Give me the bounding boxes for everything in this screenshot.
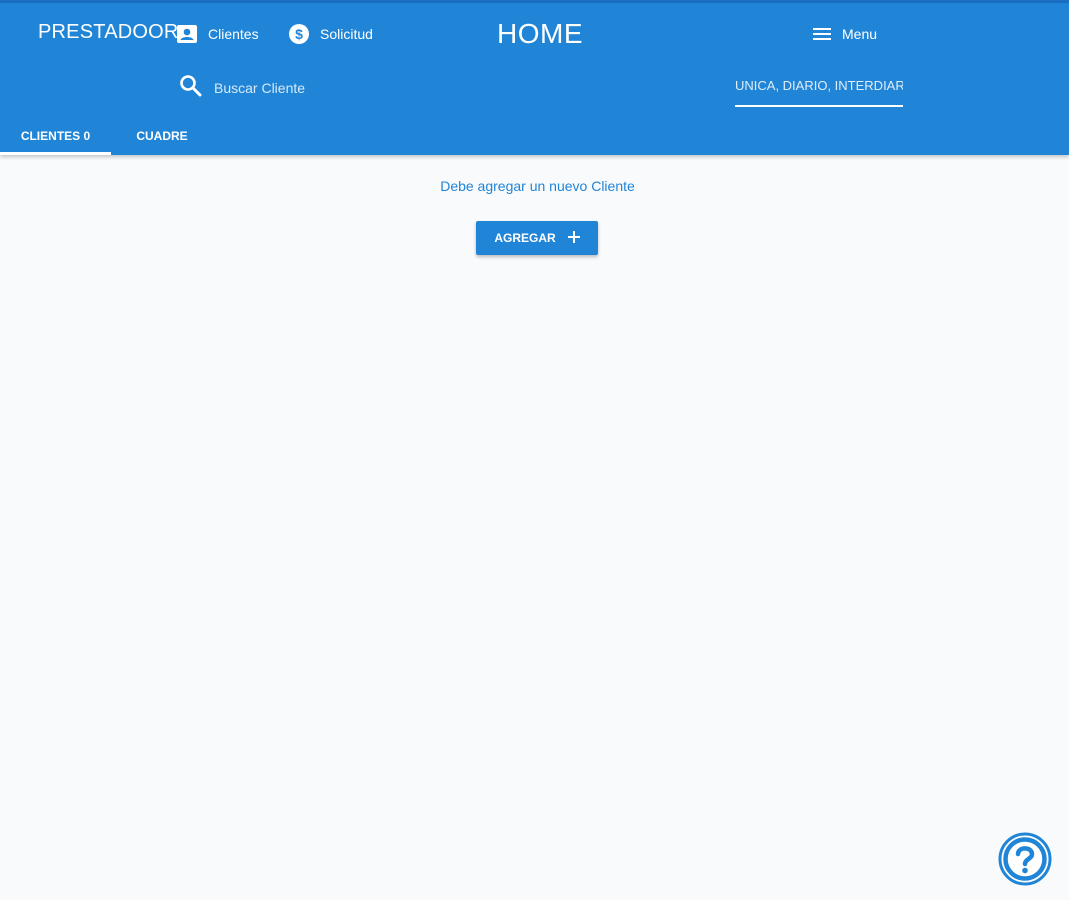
plus-icon (567, 230, 580, 246)
help-circle-icon (998, 832, 1052, 890)
app-bar: PRESTADOOR Clientes $ Solicitud HOME Men… (0, 3, 1069, 155)
svg-text:$: $ (295, 26, 303, 42)
tab-clientes[interactable]: CLIENTES 0 (0, 117, 111, 155)
nav-solicitud-button[interactable]: $ Solicitud (288, 20, 373, 48)
app-brand: PRESTADOOR (38, 21, 179, 43)
search-input[interactable] (212, 79, 436, 97)
add-button-label: AGREGAR (494, 231, 556, 245)
help-button[interactable] (998, 832, 1052, 886)
menu-button[interactable]: Menu (812, 20, 877, 48)
hamburger-menu-icon (812, 26, 832, 42)
add-client-button[interactable]: AGREGAR (476, 221, 598, 255)
loan-type-filter-field[interactable]: UNICA, DIARIO, INTERDIARIO (735, 75, 903, 107)
nav-clientes-label: Clientes (208, 26, 259, 42)
dollar-coin-icon: $ (288, 23, 310, 45)
nav-clientes-button[interactable]: Clientes (176, 20, 259, 48)
tab-cuadre[interactable]: CUADRE (111, 117, 213, 155)
nav-solicitud-label: Solicitud (320, 26, 373, 42)
search-bar (178, 73, 436, 103)
tab-bar: CLIENTES 0 CUADRE (0, 117, 213, 155)
menu-label: Menu (842, 26, 878, 42)
empty-state-message: Debe agregar un nuevo Cliente (440, 178, 635, 194)
search-icon[interactable] (178, 73, 204, 104)
contact-card-icon (176, 24, 198, 44)
page-title: HOME (497, 18, 583, 49)
